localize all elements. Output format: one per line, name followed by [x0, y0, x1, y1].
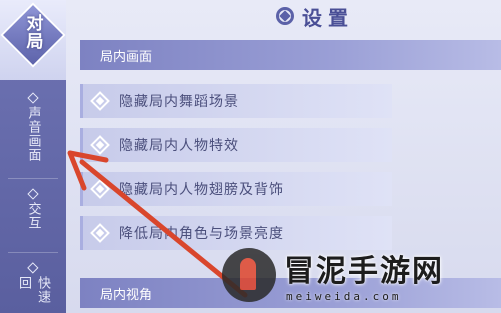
option-hide-wings-backpieces[interactable]: 隐藏局内人物翅膀及背饰: [80, 172, 392, 206]
diamond-checkbox-icon[interactable]: [90, 135, 110, 155]
diamond-checkbox-icon[interactable]: [90, 91, 110, 111]
tab-match[interactable]: 对局: [0, 0, 66, 80]
option-hide-character-effects[interactable]: 隐藏局内人物特效: [80, 128, 392, 162]
tab-quick-label: 快速回: [16, 275, 50, 304]
option-label: 降低局内角色与场景亮度: [119, 226, 284, 242]
option-label: 隐藏局内舞蹈场景: [119, 94, 239, 110]
option-lower-brightness[interactable]: 降低局内角色与场景亮度: [80, 216, 392, 250]
section-title: 局内画面: [100, 49, 153, 65]
tab-interaction-label: 交互: [25, 202, 41, 230]
option-hide-dance-scene[interactable]: 隐藏局内舞蹈场景: [80, 84, 392, 118]
tab-match-label: 对局: [22, 14, 43, 50]
rail-divider: [8, 252, 58, 253]
diamond-bullet-icon: [27, 262, 39, 274]
option-label: 隐藏局内人物翅膀及背饰: [119, 182, 284, 198]
diamond-bullet-icon: [27, 92, 39, 104]
tab-interaction[interactable]: 交互: [0, 180, 66, 250]
section-title: 局内视角: [100, 287, 153, 303]
settings-tab-rail: 对局 声音画面 交互 快速回: [0, 0, 66, 313]
option-label: 隐藏局内人物特效: [119, 138, 239, 154]
diamond-checkbox-icon[interactable]: [90, 223, 110, 243]
section-header-ingame-view: 局内视角: [80, 278, 501, 308]
settings-panel: 设置 局内画面 隐藏局内舞蹈场景 隐藏局内人物特效 隐藏局内人物翅膀及背饰 降低…: [66, 0, 501, 313]
diamond-bullet-icon: [27, 188, 39, 200]
page-title-bar: 设置: [276, 0, 354, 32]
section-header-ingame-graphics: 局内画面: [80, 40, 501, 70]
tab-sound-graphics[interactable]: 声音画面: [0, 84, 66, 176]
tab-sound-graphics-label: 声音画面: [25, 106, 41, 162]
diamond-checkbox-icon[interactable]: [90, 179, 110, 199]
rail-divider: [8, 178, 58, 179]
page-title: 设置: [302, 5, 354, 30]
tab-quick[interactable]: 快速回: [0, 254, 66, 313]
settings-emblem-icon: [276, 7, 294, 25]
